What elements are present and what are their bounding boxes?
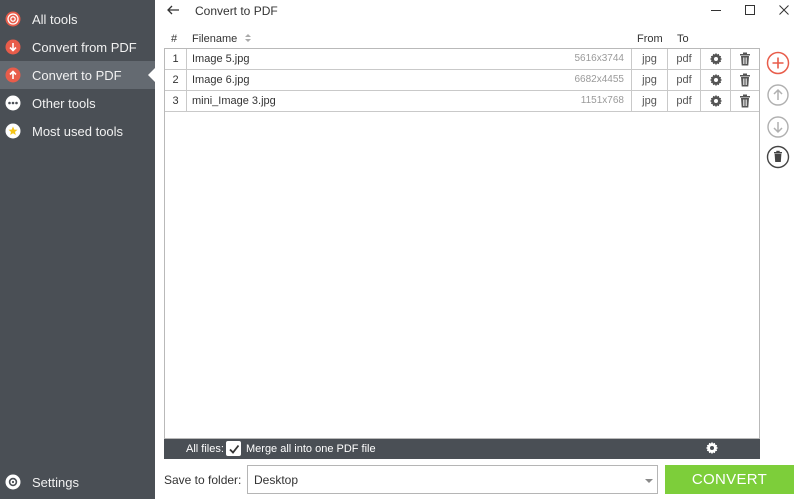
- file-table: 1 Image 5.jpg 5616x3744 jpg pdf 2 Image …: [164, 48, 760, 439]
- table-row[interactable]: 3 mini_Image 3.jpg 1151x768 jpg pdf: [165, 91, 759, 112]
- sidebar-item-label: Convert to PDF: [32, 67, 122, 83]
- row-number: 2: [165, 70, 187, 90]
- sort-icon: [245, 34, 252, 42]
- arrow-up-circle-icon: [5, 67, 21, 83]
- checkmark-icon: [228, 444, 239, 454]
- table-row[interactable]: 1 Image 5.jpg 5616x3744 jpg pdf: [165, 49, 759, 70]
- column-header-number: #: [171, 33, 178, 45]
- sidebar-item-all-tools[interactable]: All tools: [0, 5, 155, 33]
- row-dimensions: 6682x4455: [574, 74, 625, 85]
- folder-select-value: Desktop: [254, 473, 299, 487]
- arrow-down-circle-icon: [5, 39, 21, 55]
- convert-button[interactable]: CONVERT: [665, 465, 794, 494]
- move-down-button[interactable]: [766, 115, 790, 139]
- row-number: 3: [165, 91, 187, 111]
- row-number: 1: [165, 49, 187, 69]
- sidebar-item-other-tools[interactable]: Other tools: [0, 89, 155, 117]
- row-filename: Image 6.jpg: [192, 74, 250, 86]
- table-row[interactable]: 2 Image 6.jpg 6682x4455 jpg pdf: [165, 70, 759, 91]
- footer-bar: All files: Merge all into one PDF file: [164, 439, 760, 459]
- folder-select[interactable]: Desktop: [247, 465, 658, 494]
- chevron-down-icon: [645, 479, 653, 483]
- plus-circle-icon: [766, 51, 790, 75]
- row-to-format[interactable]: pdf: [667, 70, 700, 90]
- footer-settings-gear-icon[interactable]: [705, 441, 721, 457]
- page-title: Convert to PDF: [195, 4, 278, 18]
- row-settings-gear-icon[interactable]: [700, 49, 730, 69]
- sidebar-item-convert-to-pdf[interactable]: Convert to PDF: [0, 61, 155, 89]
- arrow-up-circle-icon: [767, 84, 789, 106]
- row-settings-gear-icon[interactable]: [700, 91, 730, 111]
- column-header-filename[interactable]: Filename: [192, 33, 252, 45]
- row-to-format[interactable]: pdf: [667, 49, 700, 69]
- sidebar-item-most-used-tools[interactable]: Most used tools: [0, 117, 155, 145]
- row-from-format: jpg: [631, 70, 667, 90]
- dots-icon: [5, 95, 21, 111]
- row-dimensions: 5616x3744: [574, 53, 625, 64]
- sidebar-item-label: Other tools: [32, 95, 96, 111]
- merge-checkbox[interactable]: [226, 441, 241, 456]
- close-icon[interactable]: [774, 2, 794, 18]
- arrow-down-circle-icon: [767, 116, 789, 138]
- row-filename: mini_Image 3.jpg: [192, 95, 276, 107]
- column-header-filename-label: Filename: [192, 33, 238, 45]
- target-icon: [5, 11, 21, 27]
- move-up-button[interactable]: [766, 83, 790, 107]
- merge-label[interactable]: Merge all into one PDF file: [246, 443, 376, 455]
- save-to-folder-label: Save to folder:: [164, 473, 242, 487]
- row-filename: Image 5.jpg: [192, 53, 250, 65]
- row-to-format[interactable]: pdf: [667, 91, 700, 111]
- sidebar: All tools Convert from PDF Convert to PD…: [0, 0, 155, 499]
- star-icon: [5, 123, 21, 139]
- trash-circle-icon: [766, 145, 790, 169]
- table-header: # Filename From To: [164, 30, 760, 48]
- row-delete-trash-icon[interactable]: [730, 91, 759, 111]
- sidebar-item-label: All tools: [32, 11, 78, 27]
- back-arrow-icon[interactable]: [165, 2, 181, 18]
- clear-all-button[interactable]: [766, 145, 790, 169]
- row-dimensions: 1151x768: [580, 95, 624, 106]
- row-settings-gear-icon[interactable]: [700, 70, 730, 90]
- row-from-format: jpg: [631, 91, 667, 111]
- row-delete-trash-icon[interactable]: [730, 49, 759, 69]
- maximize-icon[interactable]: [740, 2, 760, 18]
- sidebar-item-convert-from-pdf[interactable]: Convert from PDF: [0, 33, 155, 61]
- sidebar-item-label: Most used tools: [32, 123, 124, 139]
- add-file-button[interactable]: [766, 51, 790, 75]
- minimize-icon[interactable]: [706, 2, 726, 18]
- row-from-format: jpg: [631, 49, 667, 69]
- sidebar-item-settings[interactable]: Settings: [0, 468, 155, 496]
- column-header-from: From: [637, 33, 663, 45]
- row-delete-trash-icon[interactable]: [730, 70, 759, 90]
- gear-icon: [5, 474, 21, 490]
- all-files-label: All files:: [186, 443, 224, 455]
- sidebar-item-label: Settings: [32, 474, 79, 490]
- title-bar: Convert to PDF: [155, 0, 800, 22]
- column-header-to: To: [677, 33, 689, 45]
- sidebar-item-label: Convert from PDF: [32, 39, 137, 55]
